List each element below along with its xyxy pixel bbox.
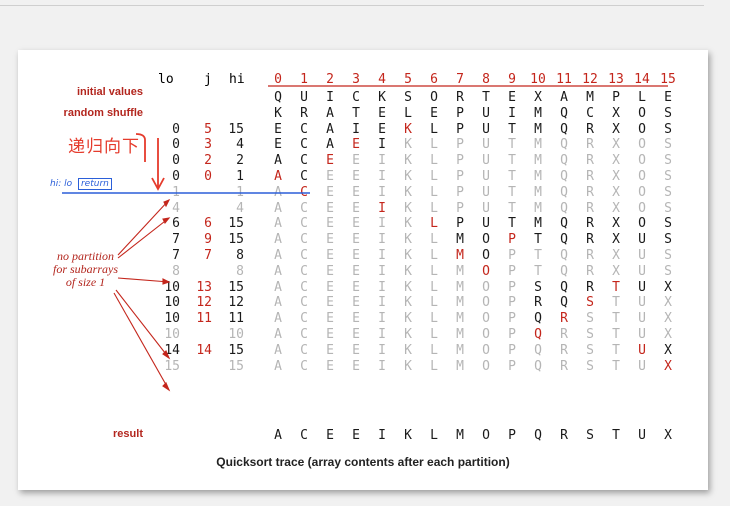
note-arrow-10 <box>115 289 170 359</box>
handwritten-down-arrow <box>151 138 165 191</box>
note-arrow-1 <box>117 199 170 256</box>
note-arrowhead-8 <box>162 278 171 285</box>
note-arrowhead-15 <box>162 382 171 392</box>
top-divider <box>0 5 704 6</box>
trace-figure: 0 1 2 3 4 5 6 7 8 9 10 11 12 13 14 15 Q U I C K S O R T E X A M P L E K R… <box>18 50 708 490</box>
note-arrows <box>113 198 171 392</box>
handwritten-bracket <box>135 133 146 162</box>
annotation-layer <box>62 85 668 392</box>
note-arrow-15 <box>113 292 170 391</box>
note-arrow-4 <box>117 217 170 259</box>
note-arrow-8 <box>117 277 170 283</box>
